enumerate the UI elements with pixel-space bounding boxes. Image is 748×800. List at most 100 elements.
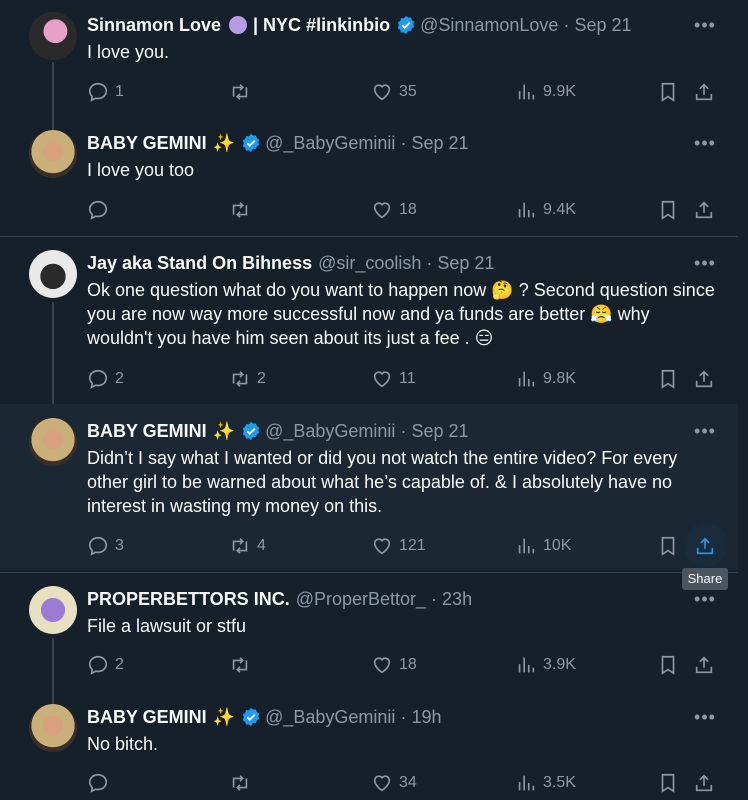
like-button[interactable]: 18 [371, 198, 417, 222]
bookmark-button[interactable] [657, 80, 679, 104]
tweet-text: I love you. [87, 42, 170, 62]
avatar[interactable] [29, 586, 77, 634]
timestamp[interactable]: Sep 21 [437, 253, 494, 274]
reply-button[interactable]: 2 [87, 367, 124, 391]
tweet-actions: 18 9.4K [87, 198, 727, 222]
bookmark-button[interactable] [657, 771, 679, 795]
share-button[interactable] [693, 198, 715, 222]
view-count: 9.4K [543, 201, 576, 218]
views-button[interactable]: 3.9K [515, 653, 576, 677]
tweet-text: I love you too [87, 160, 195, 180]
sparkles-icon: ✨ [212, 132, 236, 153]
tweet[interactable]: PROPERBETTORS INC. @ProperBettor_ · 23h … [0, 586, 738, 686]
retweet-button[interactable] [229, 653, 257, 677]
like-button[interactable]: 34 [371, 771, 417, 795]
bookmark-button[interactable] [657, 534, 679, 558]
handle[interactable]: @sir_coolish [318, 253, 421, 274]
bookmark-button[interactable] [657, 367, 679, 391]
display-name[interactable]: BABY GEMINI [87, 133, 207, 154]
share-button[interactable] [694, 534, 716, 558]
avatar[interactable] [29, 250, 77, 298]
like-button[interactable]: 121 [371, 534, 426, 558]
retweet-button[interactable] [229, 198, 257, 222]
timestamp[interactable]: Sep 21 [411, 421, 468, 442]
more-options-icon[interactable]: ••• [693, 14, 717, 36]
retweet-button[interactable] [229, 80, 257, 104]
name-badge-text: | NYC #linkinbio [253, 14, 391, 35]
like-count: 11 [399, 370, 416, 387]
tweet[interactable]: Sinnamon Love | NYC #linkinbio @Sinnamon… [0, 12, 738, 122]
retweet-button[interactable]: 2 [229, 367, 266, 391]
more-options-icon[interactable]: ••• [693, 132, 717, 154]
more-options-icon[interactable]: ••• [693, 706, 717, 728]
views-button[interactable]: 10K [515, 534, 571, 558]
handle[interactable]: @SinnamonLove [420, 15, 558, 36]
handle[interactable]: @_BabyGeminii [265, 133, 395, 154]
tweet[interactable]: BABY GEMINI ✨ @_BabyGeminii · 19h ••• No… [0, 704, 738, 800]
like-button[interactable]: 18 [371, 653, 417, 677]
timestamp[interactable]: 19h [411, 707, 441, 728]
heart-icon [371, 199, 393, 221]
like-button[interactable]: 11 [371, 367, 416, 391]
views-button[interactable]: 9.9K [515, 80, 576, 104]
reply-button[interactable]: 3 [87, 534, 124, 558]
more-options-icon[interactable]: ••• [693, 420, 717, 442]
timestamp[interactable]: 23h [442, 589, 472, 610]
display-name[interactable]: PROPERBETTORS INC. [87, 589, 290, 610]
retweet-button[interactable]: 4 [229, 534, 266, 558]
tweet-actions: 1 35 9.9K [87, 80, 727, 104]
reply-count: 1 [115, 83, 124, 100]
share-button[interactable] [693, 653, 715, 677]
retweet-icon [229, 199, 251, 221]
avatar[interactable] [29, 704, 77, 752]
views-button[interactable]: 9.8K [515, 367, 576, 391]
handle[interactable]: @_BabyGeminii [265, 421, 395, 442]
reply-button[interactable]: 2 [87, 653, 124, 677]
like-count: 34 [399, 774, 417, 791]
bookmark-button[interactable] [657, 653, 679, 677]
share-button[interactable] [693, 771, 715, 795]
handle[interactable]: @ProperBettor_ [296, 589, 426, 610]
verified-icon [396, 15, 416, 35]
retweet-button[interactable] [229, 771, 257, 795]
verified-icon [241, 133, 261, 153]
timestamp[interactable]: Sep 21 [574, 15, 631, 36]
handle[interactable]: @_BabyGeminii [265, 707, 395, 728]
bookmark-button[interactable] [657, 198, 679, 222]
views-icon [515, 772, 537, 794]
display-name[interactable]: Sinnamon Love [87, 15, 221, 36]
avatar[interactable] [29, 130, 77, 178]
views-button[interactable]: 3.5K [515, 771, 576, 795]
tweet-header: BABY GEMINI ✨ @_BabyGeminii · Sep 21 [87, 130, 469, 156]
tweet-actions: 3 4 121 10K [87, 534, 727, 558]
share-button[interactable] [693, 367, 715, 391]
reply-button[interactable]: 1 [87, 80, 124, 104]
heart-icon [371, 654, 393, 676]
reply-button[interactable] [87, 198, 115, 222]
tweet[interactable]: Jay aka Stand On Bihness @sir_coolish · … [0, 250, 738, 400]
retweet-icon [229, 81, 251, 103]
display-name[interactable]: BABY GEMINI [87, 707, 207, 728]
bookmark-icon [657, 772, 679, 794]
more-options-icon[interactable]: ••• [693, 588, 717, 610]
purple-circle-icon [229, 16, 248, 34]
reply-button[interactable] [87, 771, 115, 795]
tweet-content: BABY GEMINI ✨ @_BabyGeminii · Sep 21 •••… [0, 418, 738, 568]
tweet-text: File a lawsuit or stfu [87, 616, 247, 636]
separator-dot: · [400, 706, 407, 727]
reply-count: 3 [115, 537, 124, 554]
tweet[interactable]: BABY GEMINI ✨ @_BabyGeminii · Sep 21 •••… [0, 130, 738, 230]
display-name[interactable]: Jay aka Stand On Bihness [87, 253, 312, 274]
bookmark-icon [657, 535, 679, 557]
views-button[interactable]: 9.4K [515, 198, 576, 222]
share-button[interactable] [693, 80, 715, 104]
timestamp[interactable]: Sep 21 [411, 133, 468, 154]
share-icon [693, 199, 715, 221]
retweet-icon [229, 772, 251, 794]
retweet-count: 4 [257, 537, 266, 554]
like-button[interactable]: 35 [371, 80, 417, 104]
avatar[interactable] [29, 12, 77, 60]
display-name[interactable]: BABY GEMINI [87, 421, 207, 442]
avatar[interactable] [29, 418, 77, 466]
more-options-icon[interactable]: ••• [693, 252, 717, 274]
